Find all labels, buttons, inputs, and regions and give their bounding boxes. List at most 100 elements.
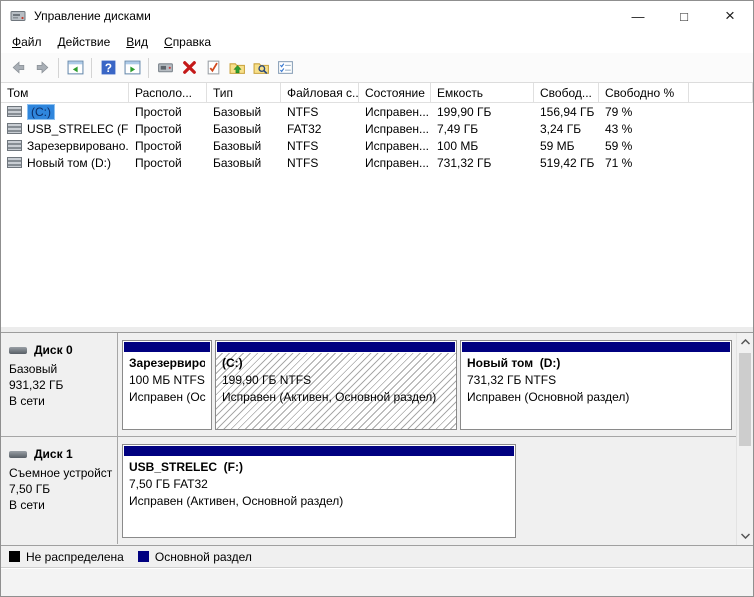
disk0-type: Базовый — [9, 361, 109, 377]
column-header-free[interactable]: Свобод... — [534, 83, 599, 102]
status-cell: Исправен... — [359, 105, 431, 119]
action-pane-icon[interactable] — [120, 56, 144, 80]
column-header-location[interactable]: Располо... — [129, 83, 207, 102]
close-button[interactable]: × — [707, 1, 753, 31]
checklist-icon[interactable] — [273, 56, 297, 80]
partition-system-reserved[interactable]: Зарезервиро 100 МБ NTFS Исправен (Ос — [122, 340, 212, 430]
volume-list-header: Том Располо... Тип Файловая с... Состоян… — [1, 83, 753, 103]
disk0-label-panel[interactable]: Диск 0 Базовый 931,32 ГБ В сети — [1, 333, 118, 436]
legend-bar: Не распределена Основной раздел — [1, 545, 753, 567]
pane-splitter[interactable] — [1, 326, 753, 333]
console-tree-icon[interactable] — [63, 56, 87, 80]
device-icon[interactable] — [153, 56, 177, 80]
folder-search-icon[interactable] — [249, 56, 273, 80]
partition-name: Зарезервиро — [129, 355, 205, 372]
filesystem-cell: NTFS — [281, 139, 359, 153]
menu-help[interactable]: Справка — [156, 32, 219, 52]
filesystem-cell: NTFS — [281, 156, 359, 170]
partition-c-selected[interactable]: (C:) 199,90 ГБ NTFS Исправен (Активен, О… — [215, 340, 457, 430]
window-controls: — □ × — [615, 1, 753, 31]
partition-body: (C:) 199,90 ГБ NTFS Исправен (Активен, О… — [216, 353, 456, 429]
primary-partition-bar — [462, 342, 730, 352]
status-cell: Исправен... — [359, 122, 431, 136]
window-title: Управление дисками — [34, 9, 151, 23]
menu-bar: Файл Действие Вид Справка — [1, 31, 753, 53]
volume-cell: Новый том (D:) — [1, 156, 129, 170]
table-row[interactable]: (C:) Простой Базовый NTFS Исправен... 19… — [1, 103, 753, 120]
partition-name: (C:) — [222, 355, 450, 372]
unallocated-swatch — [9, 551, 20, 562]
check-document-icon[interactable] — [201, 56, 225, 80]
disk-management-window: Управление дисками — □ × Файл Действие В… — [0, 0, 754, 597]
partition-icon — [7, 123, 22, 134]
disk-icon — [9, 347, 27, 354]
disk-row-1: Диск 1 Съемное устройст 7,50 ГБ В сети U… — [1, 437, 736, 544]
column-header-capacity[interactable]: Емкость — [431, 83, 534, 102]
capacity-cell: 7,49 ГБ — [431, 122, 534, 136]
folder-up-icon[interactable] — [225, 56, 249, 80]
partition-status: Исправен (Активен, Основной раздел) — [129, 493, 509, 510]
table-row[interactable]: Зарезервировано... Простой Базовый NTFS … — [1, 137, 753, 154]
volume-cell: (C:) — [1, 104, 129, 120]
column-header-filesystem[interactable]: Файловая с... — [281, 83, 359, 102]
free-pct-cell: 43 % — [599, 122, 689, 136]
column-header-volume[interactable]: Том — [1, 83, 129, 102]
free-pct-cell: 79 % — [599, 105, 689, 119]
menu-view[interactable]: Вид — [118, 32, 156, 52]
type-cell: Базовый — [207, 156, 281, 170]
partition-icon — [7, 106, 22, 117]
graphical-view: Диск 0 Базовый 931,32 ГБ В сети Зарезерв… — [1, 333, 753, 545]
volume-list-empty-area — [1, 171, 753, 326]
delete-icon[interactable] — [177, 56, 201, 80]
table-row[interactable]: USB_STRELEC (F:) Простой Базовый FAT32 И… — [1, 120, 753, 137]
disk1-label-panel[interactable]: Диск 1 Съемное устройст 7,50 ГБ В сети — [1, 437, 118, 544]
disk0-name: Диск 0 — [34, 343, 73, 357]
free-cell: 3,24 ГБ — [534, 122, 599, 136]
type-cell: Базовый — [207, 122, 281, 136]
table-row[interactable]: Новый том (D:) Простой Базовый NTFS Испр… — [1, 154, 753, 171]
capacity-cell: 731,32 ГБ — [431, 156, 534, 170]
capacity-cell: 100 МБ — [431, 139, 534, 153]
status-cell: Исправен... — [359, 156, 431, 170]
column-header-type[interactable]: Тип — [207, 83, 281, 102]
primary-partition-bar — [217, 342, 455, 352]
partition-status: Исправен (Ос — [129, 389, 205, 406]
disk0-status: В сети — [9, 393, 109, 409]
disk1-title: Диск 1 — [9, 447, 109, 461]
scroll-down-icon[interactable] — [737, 528, 753, 544]
title-bar: Управление дисками — □ × — [1, 1, 753, 31]
location-cell: Простой — [129, 156, 207, 170]
free-cell: 59 МБ — [534, 139, 599, 153]
disk1-partitions: USB_STRELEC (F:) 7,50 ГБ FAT32 Исправен … — [118, 437, 736, 544]
partition-f[interactable]: USB_STRELEC (F:) 7,50 ГБ FAT32 Исправен … — [122, 444, 516, 538]
menu-file[interactable]: Файл — [4, 32, 50, 52]
primary-partition-bar — [124, 342, 210, 352]
toolbar-separator — [91, 58, 92, 78]
column-header-filler — [689, 83, 753, 102]
help-icon[interactable]: ? — [96, 56, 120, 80]
forward-arrow-icon[interactable] — [30, 56, 54, 80]
back-arrow-icon[interactable] — [6, 56, 30, 80]
legend-unallocated-label: Не распределена — [26, 550, 124, 564]
location-cell: Простой — [129, 122, 207, 136]
partition-status: Исправен (Основной раздел) — [467, 389, 725, 406]
partition-body: Новый том (D:) 731,32 ГБ NTFS Исправен (… — [461, 353, 731, 429]
svg-text:?: ? — [104, 62, 111, 75]
vertical-scrollbar[interactable] — [736, 333, 753, 545]
legend-unallocated: Не распределена — [9, 550, 124, 564]
free-cell: 519,42 ГБ — [534, 156, 599, 170]
scroll-up-icon[interactable] — [737, 334, 753, 350]
status-cell: Исправен... — [359, 139, 431, 153]
disk1-name: Диск 1 — [34, 447, 73, 461]
minimize-button[interactable]: — — [615, 1, 661, 31]
partition-icon — [7, 157, 22, 168]
disks-column: Диск 0 Базовый 931,32 ГБ В сети Зарезерв… — [1, 333, 736, 545]
menu-action[interactable]: Действие — [50, 32, 119, 52]
maximize-button[interactable]: □ — [661, 1, 707, 31]
disk0-partitions: Зарезервиро 100 МБ NTFS Исправен (Ос (C:… — [118, 333, 736, 436]
column-header-status[interactable]: Состояние — [359, 83, 431, 102]
partition-size: 100 МБ NTFS — [129, 372, 205, 389]
column-header-free-pct[interactable]: Свободно % — [599, 83, 689, 102]
partition-d[interactable]: Новый том (D:) 731,32 ГБ NTFS Исправен (… — [460, 340, 732, 430]
scrollbar-thumb[interactable] — [739, 353, 751, 446]
